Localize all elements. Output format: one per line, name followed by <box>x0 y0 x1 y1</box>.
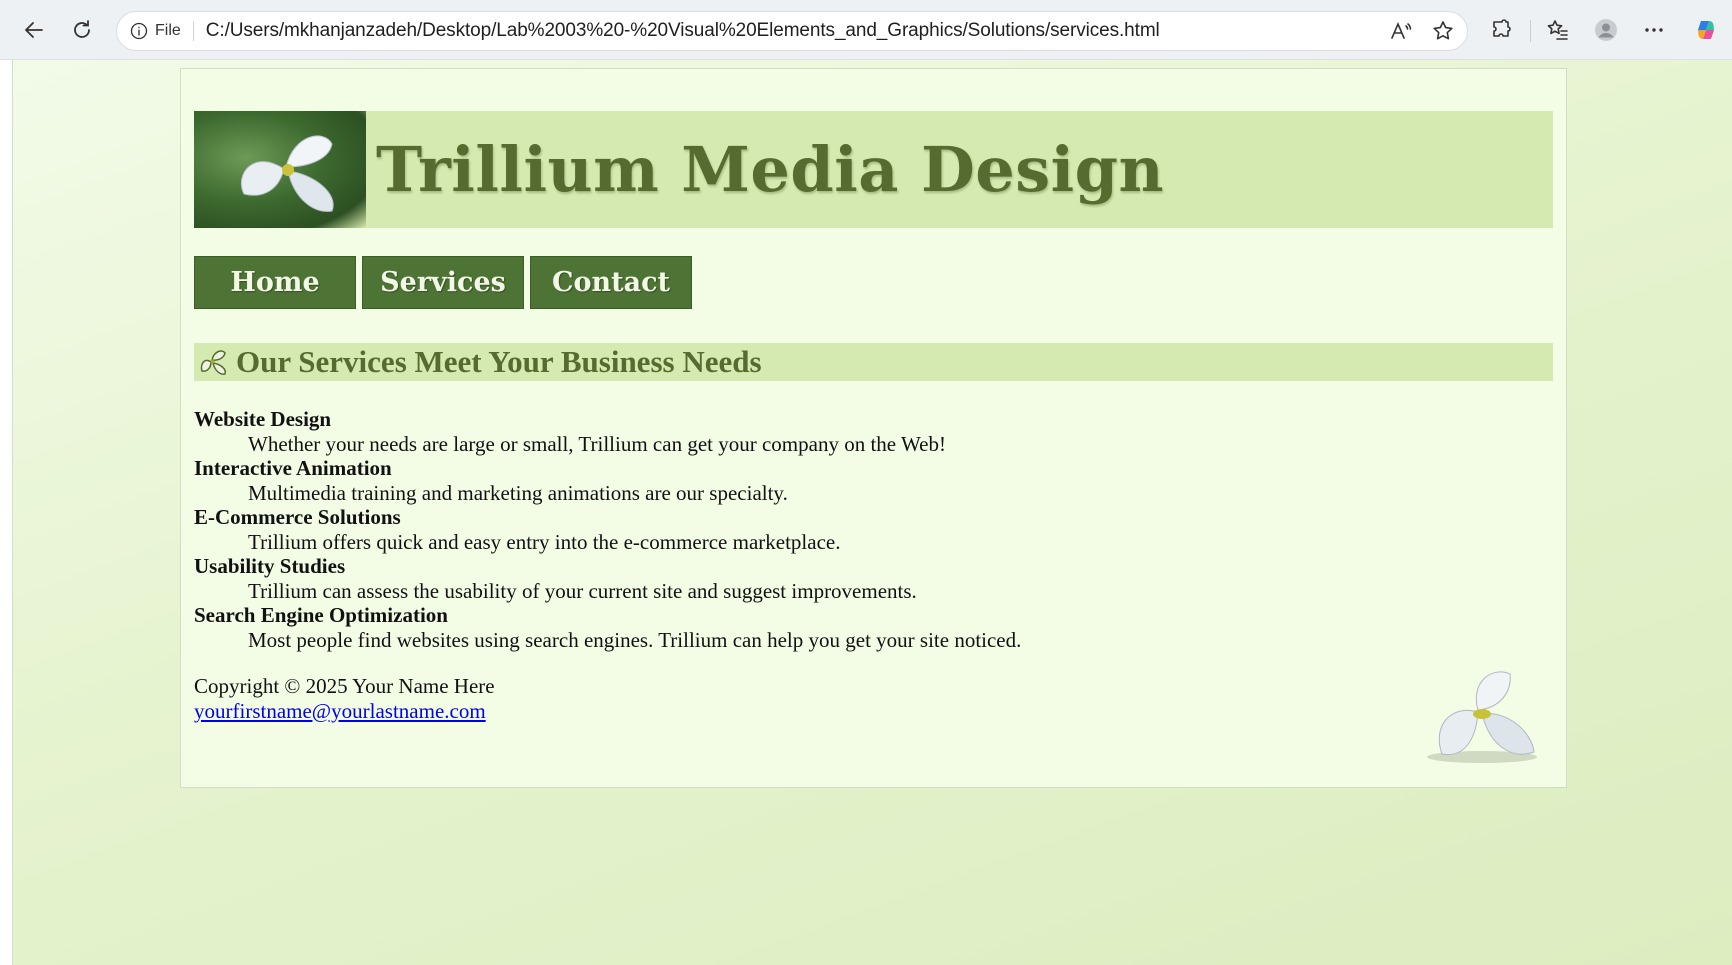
address-bar[interactable]: File C:/Users/mkhanjanzadeh/Desktop/Lab%… <box>116 11 1468 51</box>
url-text[interactable]: C:/Users/mkhanjanzadeh/Desktop/Lab%2003%… <box>206 20 1160 42</box>
back-button[interactable] <box>16 12 52 48</box>
nav-home-link[interactable]: Home <box>194 256 356 309</box>
more-options-button[interactable] <box>1636 12 1672 48</box>
favorite-star-icon[interactable] <box>1431 19 1455 43</box>
trillium-outline-icon <box>200 350 227 375</box>
service-term: Usability Studies <box>194 554 346 578</box>
trillium-banner-image <box>194 111 366 228</box>
service-term: E-Commerce Solutions <box>194 505 401 529</box>
page-footer: Copyright © 2025 Your Name Here yourfirs… <box>194 671 1553 774</box>
services-heading: Our Services Meet Your Business Needs <box>236 344 762 379</box>
service-description: Multimedia training and marketing animat… <box>248 480 788 505</box>
copilot-icon <box>1698 21 1714 39</box>
section-heading-bar: Our Services Meet Your Business Needs <box>194 343 1553 381</box>
service-term: Interactive Animation <box>194 456 392 480</box>
favorites-button[interactable] <box>1540 12 1576 48</box>
page-viewport: Trillium Media Design Home Services Cont… <box>12 60 1732 965</box>
service-description: Whether your needs are large or small, T… <box>248 431 946 456</box>
favorites-list-icon <box>1547 20 1568 40</box>
address-actions <box>1389 12 1455 50</box>
profile-avatar-icon <box>1595 19 1617 41</box>
address-divider <box>192 21 194 41</box>
email-link[interactable]: yourfirstname@yourlastname.com <box>194 699 486 723</box>
profile-button[interactable] <box>1588 12 1624 48</box>
site-banner: Trillium Media Design <box>194 111 1553 228</box>
nav-services-link[interactable]: Services <box>362 256 524 309</box>
trillium-flower-icon <box>1427 671 1537 763</box>
info-icon <box>130 22 148 40</box>
service-description: Trillium offers quick and easy entry int… <box>248 529 841 554</box>
copyright-text: Copyright © 2025 Your Name Here <box>194 674 495 698</box>
service-description: Most people find websites using search e… <box>248 627 1022 652</box>
refresh-button[interactable] <box>64 12 100 48</box>
copilot-button[interactable] <box>1688 12 1724 48</box>
back-arrow-icon <box>25 22 43 38</box>
file-scheme-label: File <box>155 22 181 39</box>
page-wrapper: Trillium Media Design Home Services Cont… <box>180 68 1567 788</box>
browser-toolbar: File C:/Users/mkhanjanzadeh/Desktop/Lab%… <box>0 0 1732 60</box>
more-dots-icon <box>1645 28 1663 32</box>
refresh-icon <box>74 20 90 38</box>
service-term: Search Engine Optimization <box>194 603 448 627</box>
main-nav: Home Services Contact <box>194 256 692 309</box>
extensions-icon <box>1493 19 1511 37</box>
site-info-button[interactable]: File <box>129 21 181 41</box>
site-title: Trillium Media Design <box>376 133 1165 206</box>
toolbar-separator <box>1530 20 1531 42</box>
service-term: Website Design <box>194 407 332 431</box>
extensions-button[interactable] <box>1484 12 1520 48</box>
nav-contact-link[interactable]: Contact <box>530 256 692 309</box>
trillium-flower-icon <box>240 135 334 212</box>
read-aloud-icon[interactable] <box>1389 19 1413 43</box>
service-description: Trillium can assess the usability of you… <box>248 578 917 603</box>
services-list: Website Design Whether your needs are la… <box>194 407 1494 652</box>
